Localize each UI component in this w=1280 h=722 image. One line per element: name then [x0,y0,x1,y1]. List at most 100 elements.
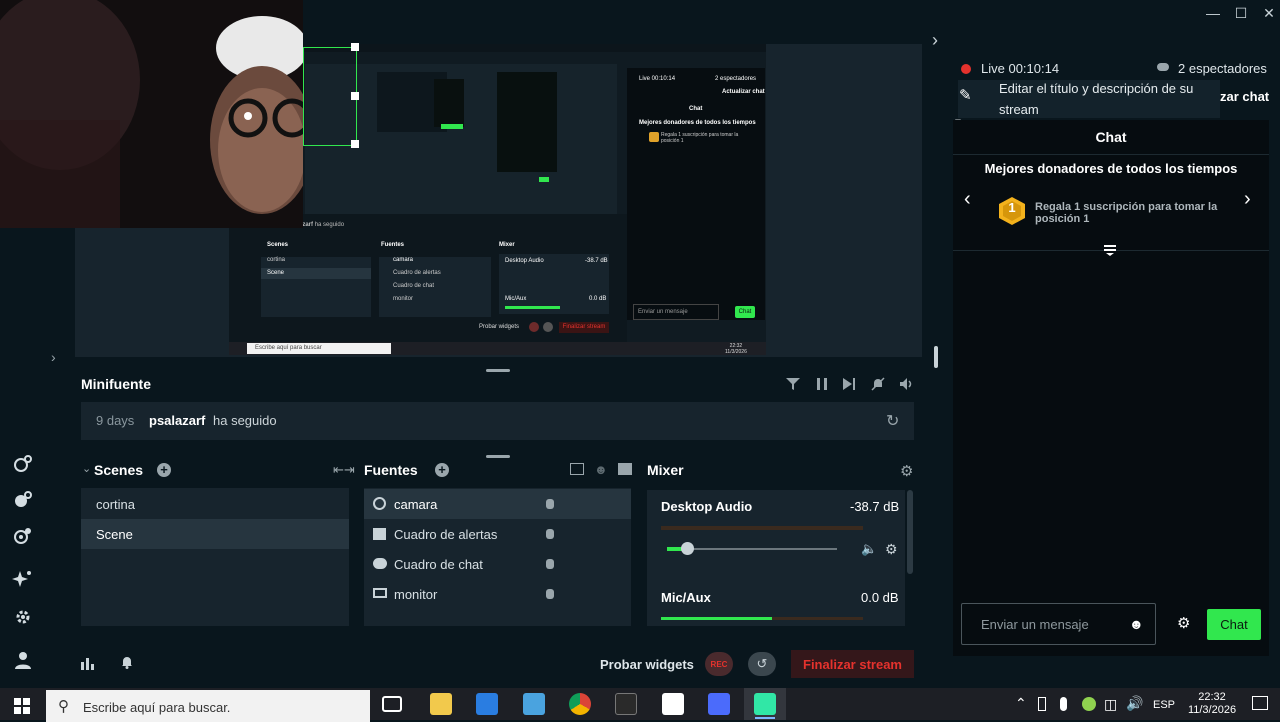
file-explorer-icon[interactable] [430,693,452,715]
selected-source-outline[interactable] [303,47,357,146]
lock-icon[interactable] [546,589,554,599]
taskbar-search-box[interactable]: ⚲ Escribe aquí para buscar. [46,690,370,722]
record-button[interactable]: REC [705,652,733,676]
mini-scenes-title: Scenes [267,242,289,248]
skip-icon[interactable] [842,377,856,391]
resize-handle[interactable] [934,346,938,368]
drag-handle[interactable] [486,369,510,372]
collapse-donors-icon[interactable] [1103,243,1117,257]
audio-meter [661,526,863,530]
app-icon[interactable] [708,693,730,715]
end-stream-button[interactable]: Finalizar stream [791,650,914,678]
scene-item-cortina[interactable]: cortina [96,497,135,512]
show-hidden-icons-icon[interactable]: ⌃ [1015,695,1027,712]
task-view-icon[interactable] [382,696,402,712]
scenes-title: Scenes [94,462,144,478]
mini-live-time: Live 00:10:14 [639,76,676,82]
mini-taskbar-search: Escribe aquí para buscar [247,343,391,354]
chrome-icon[interactable] [569,693,591,715]
mail-icon[interactable] [523,693,545,715]
group-sources-icon[interactable]: ☻ [594,462,608,477]
add-scene-icon[interactable]: + [157,463,171,477]
collapse-right-chevron-icon[interactable]: › [932,30,938,51]
lock-icon[interactable] [546,559,554,569]
lock-icon[interactable] [546,529,554,539]
streamlabs-icon[interactable] [754,693,776,715]
stats-chart-icon[interactable] [81,656,95,670]
epic-games-icon[interactable] [615,693,637,715]
source-item-monitor[interactable]: monitor [394,587,437,602]
speaker-icon[interactable]: 🔈 [861,541,877,557]
layout-editor-icon[interactable] [11,488,35,512]
chat-title: Chat [953,120,1269,155]
mixer-settings-gear-icon[interactable]: ⚙ [900,462,913,480]
mini-mixer-db: -38.7 dB [585,258,608,264]
taskbar-clock[interactable]: 22:32 11/3/2026 [1180,691,1244,717]
mute-notifications-icon[interactable] [871,377,885,391]
source-item-alertas[interactable]: Cuadro de alertas [394,527,497,542]
emoji-icon[interactable]: ☻ [1129,616,1144,632]
notifications-bell-icon[interactable] [120,655,134,669]
notification-center-icon[interactable] [1252,696,1268,710]
filter-icon[interactable] [786,377,800,391]
solitaire-icon[interactable] [662,693,684,715]
resize-handle-right[interactable] [351,92,359,100]
input-language[interactable]: ESP [1153,699,1175,711]
edit-stream-info-text: Editar el título y descripción de su str… [999,81,1194,117]
minimize-button[interactable]: — [1200,0,1226,26]
chat-input[interactable]: Enviar un mensaje ☻ [961,603,1156,645]
mini-chat: Live 00:10:14 2 espectadores Actualizar … [627,68,765,320]
taskbar-search-placeholder: Escribe aquí para buscar. [83,700,231,715]
mini-update-chat: Actualizar chat [722,89,765,95]
test-widgets-button[interactable]: Probar widgets [600,657,694,672]
pause-icon[interactable] [815,377,829,391]
battery-icon[interactable] [1038,697,1046,711]
network-icon[interactable]: ◫ [1104,696,1117,713]
windows-start-icon[interactable] [14,698,30,714]
volume-icon[interactable] [899,377,915,391]
add-source-icon[interactable]: + [435,463,449,477]
sparkle-icon[interactable] [11,567,35,591]
settings-gear-icon[interactable] [11,605,35,629]
refresh-icon[interactable]: ↻ [886,411,899,431]
source-item-chat[interactable]: Cuadro de chat [394,557,483,572]
update-chat-button[interactable]: zar chat [1220,89,1269,104]
themes-icon[interactable] [11,524,35,548]
scene-transitions-icon[interactable]: ⇤⇥ [333,462,355,478]
resize-handle-top-right[interactable] [351,43,359,51]
channel-settings-gear-icon[interactable]: ⚙ [885,541,898,558]
expand-left-chevron-icon[interactable]: › [51,349,56,365]
chevron-down-icon[interactable]: ⌄ [82,462,91,475]
add-folder-icon[interactable] [618,463,632,475]
clock-date: 11/3/2026 [1187,704,1237,716]
chat-settings-gear-icon[interactable]: ⚙ [1177,614,1190,632]
scenes-list: cortina Scene [81,488,349,626]
maximize-button[interactable]: ☐ [1228,0,1254,26]
next-arrow-icon[interactable]: › [1244,188,1251,211]
close-button[interactable]: ✕ [1256,0,1280,26]
volume-tray-icon[interactable]: 🔊 [1126,695,1143,712]
selective-recording-icon[interactable] [570,463,584,475]
edit-pencil-icon[interactable]: ✎ [959,86,972,104]
source-item-camara[interactable]: camara [394,497,437,512]
lock-icon[interactable] [546,499,554,509]
mini-mixer-db: 0.0 dB [589,296,607,302]
webcam-icon [373,497,386,510]
drag-handle[interactable] [486,455,510,458]
chat-input-placeholder: Enviar un mensaje [981,617,1089,632]
app-tray-icon[interactable] [1082,697,1096,711]
prev-arrow-icon[interactable]: ‹ [964,188,971,211]
chat-send-button[interactable]: Chat [1207,609,1261,640]
profile-icon[interactable] [11,648,35,672]
resize-handle-bottom-right[interactable] [351,140,359,148]
sources-title: Fuentes [364,462,418,478]
mini-rank-badge-icon [649,132,659,142]
replay-buffer-icon[interactable]: ↺ [748,652,776,676]
store-icon[interactable] [476,693,498,715]
studio-mode-icon[interactable] [11,452,35,476]
mixer-scrollbar[interactable] [907,490,913,574]
scene-item-scene[interactable]: Scene [96,527,133,542]
mini-mixer-title: Mixer [499,242,515,248]
volume-slider-knob[interactable] [681,542,694,555]
microphone-icon[interactable] [1060,697,1067,711]
